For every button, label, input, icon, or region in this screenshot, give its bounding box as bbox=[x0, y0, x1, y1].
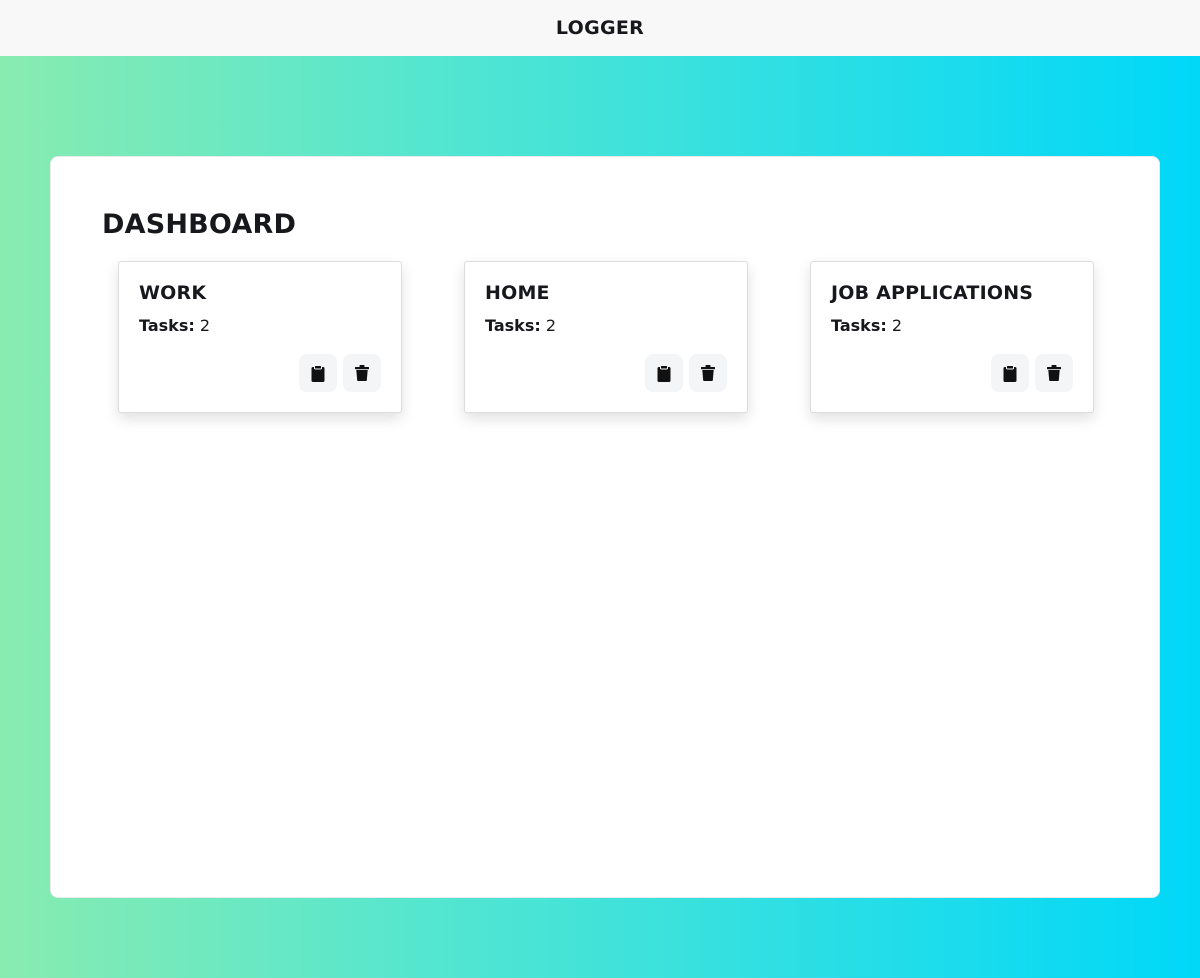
card-actions bbox=[991, 354, 1073, 392]
tasks-value: 2 bbox=[545, 316, 557, 335]
tasks-label: Tasks: bbox=[485, 316, 541, 335]
card-title: HOME bbox=[485, 282, 550, 304]
category-card-home: HOME Tasks: 2 bbox=[464, 261, 748, 413]
delete-category-button[interactable] bbox=[1035, 354, 1073, 392]
tasks-label: Tasks: bbox=[139, 316, 195, 335]
view-tasks-button[interactable] bbox=[991, 354, 1029, 392]
category-card-job-applications: JOB APPLICATIONS Tasks: 2 bbox=[810, 261, 1094, 413]
delete-category-button[interactable] bbox=[343, 354, 381, 392]
card-title: JOB APPLICATIONS bbox=[831, 282, 1034, 304]
clipboard-icon bbox=[657, 364, 671, 382]
clipboard-icon bbox=[1003, 364, 1017, 382]
page-title: DASHBOARD bbox=[102, 209, 297, 240]
delete-category-button[interactable] bbox=[689, 354, 727, 392]
tasks-value: 2 bbox=[891, 316, 903, 335]
card-actions bbox=[299, 354, 381, 392]
card-task-count: Tasks: 2 bbox=[831, 316, 902, 335]
view-tasks-button[interactable] bbox=[299, 354, 337, 392]
view-tasks-button[interactable] bbox=[645, 354, 683, 392]
dashboard-panel: DASHBOARD WORK Tasks: 2 HOME Tasks: 2 JO… bbox=[50, 156, 1160, 898]
trash-icon bbox=[701, 365, 715, 381]
category-card-work: WORK Tasks: 2 bbox=[118, 261, 402, 413]
tasks-value: 2 bbox=[199, 316, 211, 335]
clipboard-icon bbox=[311, 364, 325, 382]
trash-icon bbox=[1047, 365, 1061, 381]
trash-icon bbox=[355, 365, 369, 381]
card-task-count: Tasks: 2 bbox=[485, 316, 556, 335]
card-task-count: Tasks: 2 bbox=[139, 316, 210, 335]
card-actions bbox=[645, 354, 727, 392]
card-title: WORK bbox=[139, 282, 207, 304]
top-navbar: LOGGER bbox=[0, 0, 1200, 56]
tasks-label: Tasks: bbox=[831, 316, 887, 335]
app-brand[interactable]: LOGGER bbox=[556, 17, 644, 39]
